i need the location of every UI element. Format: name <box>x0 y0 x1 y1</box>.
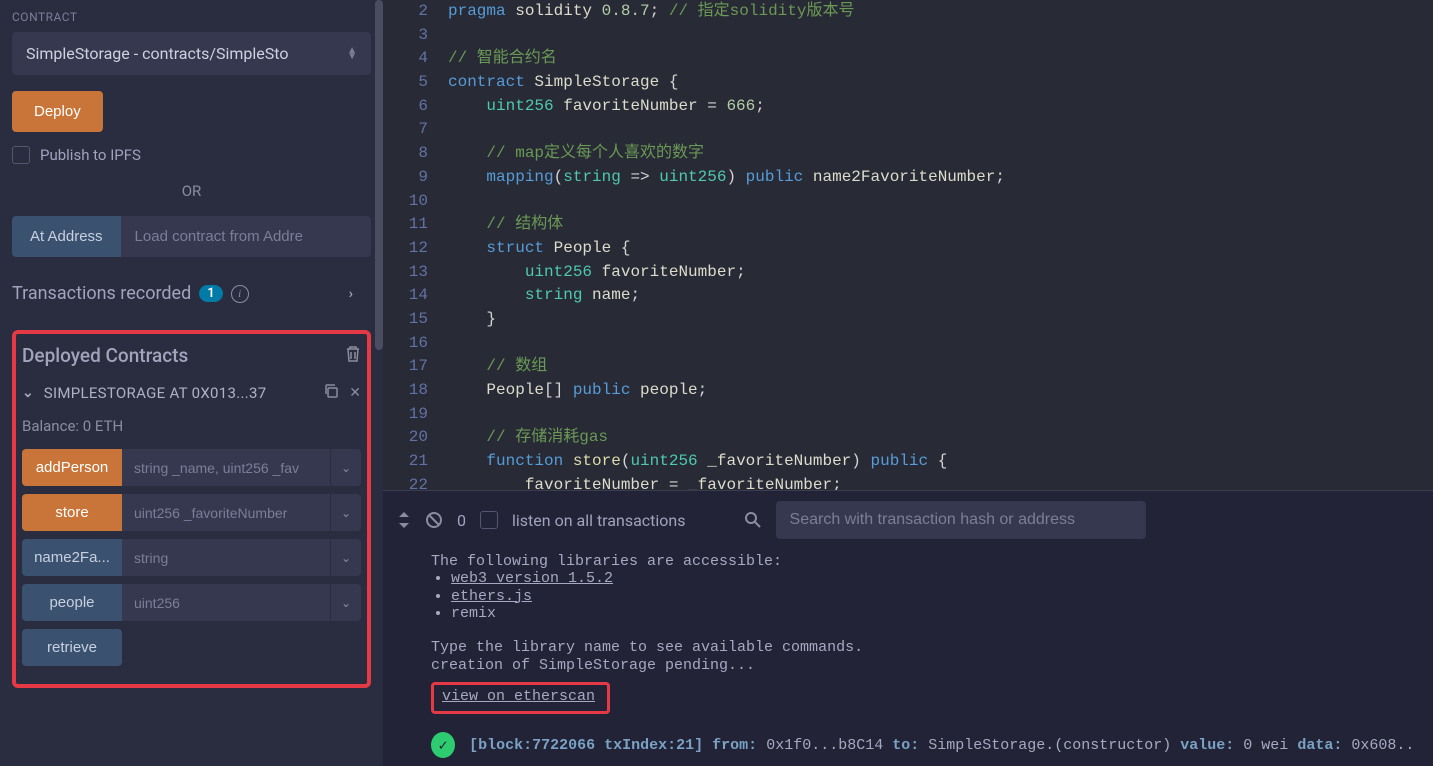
function-row: people ⌄ <box>22 584 361 621</box>
deployed-contracts-highlight: Deployed Contracts ⌄ SIMPLESTORAGE AT 0X… <box>12 330 371 688</box>
output-hint: Type the library name to see available c… <box>431 639 1413 656</box>
function-button-name2Fa[interactable]: name2Fa... <box>22 539 122 576</box>
function-row: addPerson ⌄ <box>22 449 361 486</box>
chevron-down-icon[interactable]: ⌄ <box>22 385 34 401</box>
copy-icon[interactable] <box>323 383 339 403</box>
chevron-right-icon: › <box>349 286 353 302</box>
function-input-addPerson[interactable] <box>122 449 330 486</box>
lib-link[interactable]: ethers.js <box>451 588 532 605</box>
function-button-addPerson[interactable]: addPerson <box>22 449 122 486</box>
info-icon[interactable]: i <box>231 285 249 303</box>
view-on-etherscan-link[interactable]: view on etherscan <box>442 688 595 705</box>
terminal-search-input[interactable] <box>776 501 1146 539</box>
transactions-count-badge: 1 <box>199 285 222 302</box>
main-pane: 2345678910111213141516171819202122 pragm… <box>383 0 1433 766</box>
function-input-name2Fa[interactable] <box>122 539 330 576</box>
deployed-contracts-title: Deployed Contracts <box>22 344 188 367</box>
function-row: store ⌄ <box>22 494 361 531</box>
close-icon[interactable]: ✕ <box>349 385 361 401</box>
lib-item: remix <box>451 605 1413 622</box>
chevron-down-icon[interactable]: ⌄ <box>330 449 361 486</box>
terminal-toolbar: 0 listen on all transactions <box>383 491 1433 549</box>
at-address-button[interactable]: At Address <box>12 216 121 257</box>
function-button-retrieve[interactable]: retrieve <box>22 629 122 666</box>
lib-item: ethers.js <box>451 588 1413 605</box>
function-row: retrieve <box>22 629 361 666</box>
lib-link[interactable]: web3 version 1.5.2 <box>451 570 613 587</box>
function-input-store[interactable] <box>122 494 330 531</box>
code-editor[interactable]: 2345678910111213141516171819202122 pragm… <box>383 0 1433 490</box>
transaction-text: [block:7722066 txIndex:21] from: 0x1f0..… <box>469 737 1413 754</box>
contract-select-value: SimpleStorage - contracts/SimpleSto <box>26 44 288 63</box>
terminal-output: The following libraries are accessible: … <box>383 549 1433 724</box>
line-gutter: 2345678910111213141516171819202122 <box>383 0 448 490</box>
balance-label: Balance: 0 ETH <box>22 417 361 435</box>
contract-select[interactable]: SimpleStorage - contracts/SimpleSto ▲▼ <box>12 32 371 75</box>
select-arrows-icon: ▲▼ <box>347 48 357 60</box>
trash-icon[interactable] <box>345 345 361 367</box>
listen-checkbox[interactable] <box>480 511 498 529</box>
listen-label: listen on all transactions <box>512 511 686 530</box>
transactions-recorded-row[interactable]: Transactions recorded 1 i › <box>12 283 371 304</box>
at-address-input[interactable] <box>121 216 371 257</box>
chevron-down-icon[interactable]: ⌄ <box>330 539 361 576</box>
chevron-down-icon[interactable]: ⌄ <box>330 584 361 621</box>
output-intro: The following libraries are accessible: <box>431 553 1413 570</box>
code-area[interactable]: pragma solidity 0.8.7; // 指定solidity版本号 … <box>448 0 1433 490</box>
transactions-label: Transactions recorded <box>12 283 191 304</box>
terminal-panel: 0 listen on all transactions The followi… <box>383 490 1433 766</box>
or-divider: OR <box>12 182 371 200</box>
lib-item: web3 version 1.5.2 <box>451 570 1413 587</box>
function-input-people[interactable] <box>122 584 330 621</box>
publish-ipfs-checkbox[interactable] <box>12 146 30 164</box>
etherscan-highlight: view on etherscan <box>431 682 610 714</box>
output-pending: creation of SimpleStorage pending... <box>431 657 1413 674</box>
function-button-store[interactable]: store <box>22 494 122 531</box>
chevron-down-icon[interactable]: ⌄ <box>330 494 361 531</box>
contract-instance-name: SIMPLESTORAGE AT 0X013...37 <box>44 384 314 402</box>
search-icon[interactable] <box>744 511 762 529</box>
transaction-row[interactable]: ✓ [block:7722066 txIndex:21] from: 0x1f0… <box>383 724 1433 766</box>
ban-icon[interactable] <box>425 511 443 529</box>
pending-count: 0 <box>457 511 466 530</box>
collapse-icon[interactable] <box>397 512 411 528</box>
scrollbar[interactable] <box>375 0 383 350</box>
contract-label: CONTRACT <box>12 10 371 24</box>
function-button-people[interactable]: people <box>22 584 122 621</box>
publish-ipfs-label: Publish to IPFS <box>40 146 141 164</box>
success-check-icon: ✓ <box>431 732 455 758</box>
deploy-button[interactable]: Deploy <box>12 91 103 132</box>
deploy-panel: CONTRACT SimpleStorage - contracts/Simpl… <box>0 0 383 766</box>
function-row: name2Fa... ⌄ <box>22 539 361 576</box>
